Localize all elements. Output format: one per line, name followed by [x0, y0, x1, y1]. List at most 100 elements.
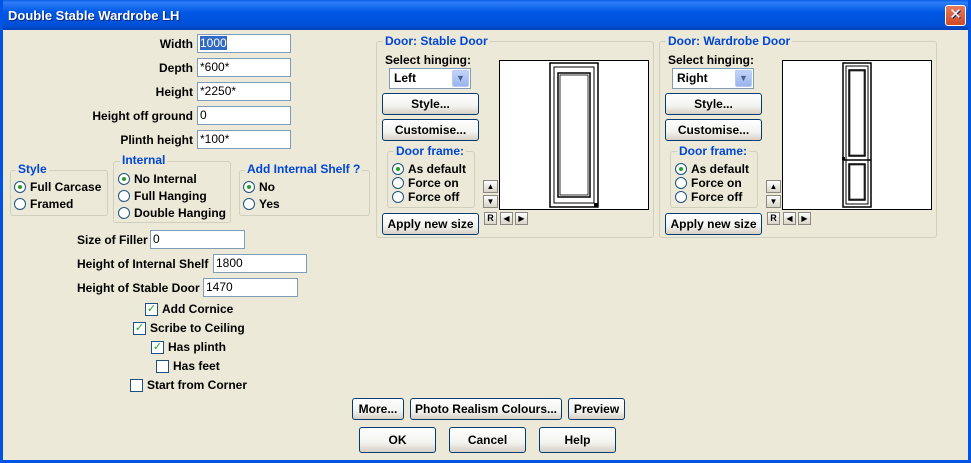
wardrobe-frame-title: Door frame: [677, 144, 750, 158]
radio-icon [392, 177, 404, 189]
close-button[interactable]: ✕ [945, 5, 966, 26]
close-icon: ✕ [949, 6, 962, 23]
chevron-down-icon: ▼ [452, 70, 469, 87]
radio-selected-icon [14, 181, 26, 193]
shelf-height-label: Height of Internal Shelf [77, 257, 209, 271]
stable-style-button[interactable]: Style... [382, 93, 479, 115]
arrow-up-icon: ▲ [486, 182, 495, 191]
wardrobe-customise-button[interactable]: Customise... [665, 119, 762, 141]
arrow-down-icon: ▼ [769, 197, 778, 206]
internal-double-hanging-radio[interactable]: Double Hanging [118, 206, 226, 220]
stable-scroll-left-button[interactable]: ◀ [500, 212, 513, 225]
wardrobe-scroll-right-button[interactable]: ▶ [798, 212, 811, 225]
wardrobe-frame-force-off-radio[interactable]: Force off [675, 190, 742, 204]
arrow-right-icon: ▶ [518, 214, 525, 223]
radio-icon [392, 191, 404, 203]
stable-frame-force-on-radio[interactable]: Force on [392, 176, 459, 190]
radio-selected-icon [392, 163, 404, 175]
width-input[interactable]: 1000 [197, 34, 291, 53]
stable-frame-as-default-radio[interactable]: As default [392, 162, 466, 176]
radio-selected-icon [118, 173, 130, 185]
shelf-height-input[interactable]: 1800 [213, 254, 307, 273]
help-button[interactable]: Help [539, 427, 616, 453]
wardrobe-style-button[interactable]: Style... [665, 93, 762, 115]
height-label: Height [155, 85, 193, 99]
has-plinth-checkbox[interactable]: ✓ Has plinth [151, 340, 226, 354]
stable-scroll-up-button[interactable]: ▲ [483, 180, 498, 193]
wardrobe-door-drawing [842, 62, 872, 208]
wardrobe-door-preview[interactable] [782, 60, 932, 210]
arrow-left-icon: ◀ [503, 214, 510, 223]
radio-icon [118, 207, 130, 219]
wardrobe-apply-size-button[interactable]: Apply new size [665, 213, 762, 235]
plinth-height-label: Plinth height [120, 133, 193, 147]
stable-apply-size-button[interactable]: Apply new size [382, 213, 479, 235]
radio-icon [243, 198, 255, 210]
radio-selected-icon [243, 181, 255, 193]
height-off-ground-label: Height off ground [92, 109, 193, 123]
wardrobe-frame-force-on-radio[interactable]: Force on [675, 176, 742, 190]
arrow-up-icon: ▲ [769, 182, 778, 191]
shelf-yes-radio[interactable]: Yes [243, 197, 280, 211]
checkbox-empty-icon [130, 378, 143, 392]
internal-group-title: Internal [120, 153, 168, 167]
internal-no-internal-radio[interactable]: No Internal [118, 172, 197, 186]
scribe-to-ceiling-checkbox[interactable]: ✓ Scribe to Ceiling [133, 321, 245, 335]
check-icon: ✓ [145, 302, 158, 316]
arrow-down-icon: ▼ [486, 197, 495, 206]
has-feet-checkbox[interactable]: Has feet [156, 359, 220, 373]
radio-icon [675, 191, 687, 203]
stable-hinging-label: Select hinging: [385, 53, 472, 67]
style-group-title: Style [16, 162, 49, 176]
stable-reset-view-button[interactable]: R [484, 212, 497, 225]
depth-label: Depth [159, 61, 193, 75]
shelf-no-radio[interactable]: No [243, 180, 275, 194]
depth-input[interactable]: *600* [197, 58, 291, 77]
stable-scroll-right-button[interactable]: ▶ [515, 212, 528, 225]
radio-selected-icon [675, 163, 687, 175]
filler-label: Size of Filler [77, 233, 148, 247]
radio-icon [675, 177, 687, 189]
start-from-corner-checkbox[interactable]: Start from Corner [130, 378, 247, 392]
wardrobe-door-title: Door: Wardrobe Door [666, 34, 793, 48]
shelf-group-title: Add Internal Shelf ? [245, 162, 363, 176]
chevron-down-icon: ▼ [735, 70, 752, 87]
wardrobe-frame-as-default-radio[interactable]: As default [675, 162, 749, 176]
stable-door-preview[interactable] [499, 60, 649, 210]
internal-full-hanging-radio[interactable]: Full Hanging [118, 189, 207, 203]
check-icon: ✓ [133, 321, 146, 335]
arrow-right-icon: ▶ [801, 214, 808, 223]
cancel-button[interactable]: Cancel [449, 427, 526, 453]
preview-button[interactable]: Preview [568, 398, 625, 420]
height-input[interactable]: *2250* [197, 82, 291, 101]
style-framed-radio[interactable]: Framed [14, 197, 73, 211]
filler-input[interactable]: 0 [150, 230, 245, 249]
wardrobe-scroll-left-button[interactable]: ◀ [783, 212, 796, 225]
dialog-window: Double Stable Wardrobe LH ✕ Width 1000 D… [0, 0, 971, 463]
radio-icon [118, 190, 130, 202]
wardrobe-hinging-select[interactable]: Right ▼ [672, 68, 754, 89]
plinth-height-input[interactable]: *100* [197, 130, 291, 149]
stable-scroll-down-button[interactable]: ▼ [483, 195, 498, 208]
wardrobe-reset-view-button[interactable]: R [767, 212, 780, 225]
window-title: Double Stable Wardrobe LH [8, 8, 180, 23]
wardrobe-scroll-down-button[interactable]: ▼ [766, 195, 781, 208]
photo-realism-colours-button[interactable]: Photo Realism Colours... [410, 398, 562, 420]
height-off-ground-input[interactable]: 0 [197, 106, 291, 125]
stable-customise-button[interactable]: Customise... [382, 119, 479, 141]
check-icon: ✓ [151, 340, 164, 354]
stable-frame-force-off-radio[interactable]: Force off [392, 190, 459, 204]
wardrobe-hinging-label: Select hinging: [668, 53, 755, 67]
radio-icon [14, 198, 26, 210]
ok-button[interactable]: OK [359, 427, 436, 453]
width-label: Width [159, 37, 193, 51]
add-cornice-checkbox[interactable]: ✓ Add Cornice [145, 302, 233, 316]
more-button[interactable]: More... [352, 398, 404, 420]
title-bar[interactable]: Double Stable Wardrobe LH ✕ [3, 0, 968, 30]
style-full-carcase-radio[interactable]: Full Carcase [14, 180, 101, 194]
wardrobe-scroll-up-button[interactable]: ▲ [766, 180, 781, 193]
checkbox-empty-icon [156, 359, 169, 373]
stable-hinging-select[interactable]: Left ▼ [389, 68, 471, 89]
stable-frame-title: Door frame: [394, 144, 467, 158]
stable-height-input[interactable]: 1470 [203, 278, 298, 297]
